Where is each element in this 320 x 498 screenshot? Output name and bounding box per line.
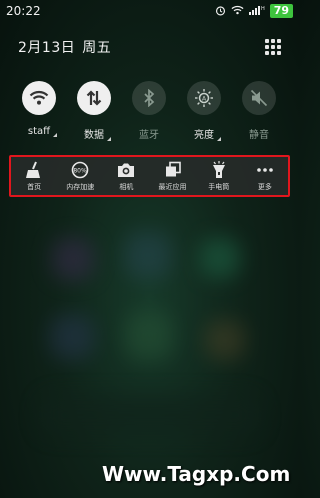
signal-icon: H — [248, 5, 265, 17]
status-time: 20:22 — [6, 4, 41, 18]
toggle-label: 数据 — [84, 126, 111, 141]
date-row: 2月13日 周五 — [0, 36, 299, 58]
shortcut-label: 手电筒 — [208, 182, 230, 191]
status-bar: 20:22 H 79 — [0, 0, 299, 22]
toggle-bluetooth[interactable]: 蓝牙 — [121, 81, 177, 142]
toggle-data[interactable]: 数据 — [66, 81, 122, 142]
status-icons: H 79 — [215, 4, 293, 18]
date-label: 2月13日 — [18, 40, 76, 56]
brightness-icon: A — [187, 81, 221, 115]
wifi-icon — [231, 5, 244, 17]
shortcut-home-clean[interactable]: 首页 — [13, 161, 55, 192]
broom-icon — [26, 161, 41, 178]
quick-toggles: staff 数据 蓝牙 A 亮度 静音 — [0, 81, 299, 143]
flashlight-icon — [212, 160, 225, 178]
toggle-label: 亮度 — [194, 126, 221, 141]
mute-icon — [242, 81, 276, 115]
settings-grid-icon[interactable] — [265, 39, 281, 55]
shortcut-label: 首页 — [27, 182, 42, 191]
background-app-blur — [125, 232, 171, 278]
svg-text:H: H — [261, 6, 265, 12]
shortcut-recent-apps[interactable]: 最近应用 — [152, 161, 194, 192]
bluetooth-icon — [132, 81, 166, 115]
background-app-blur — [50, 315, 94, 359]
shortcut-label: 相机 — [119, 182, 134, 191]
alarm-icon — [215, 5, 226, 18]
background-dock-blur — [40, 395, 260, 435]
background-app-blur — [205, 320, 245, 360]
camera-icon — [118, 163, 135, 177]
background-app-blur — [200, 238, 240, 278]
background-app-blur — [125, 312, 173, 360]
background-app-blur — [52, 238, 94, 280]
battery-indicator: 79 — [269, 4, 293, 18]
shortcut-label: 内存加速 — [66, 182, 95, 191]
toggle-label: staff — [28, 126, 58, 137]
memory-percent: 80% — [74, 167, 88, 174]
toggle-wifi[interactable]: staff — [11, 81, 67, 138]
memory-accelerate-icon: 80% — [71, 161, 89, 178]
toggle-label: 静音 — [249, 130, 269, 141]
shortcut-camera[interactable]: 相机 — [105, 161, 147, 192]
shortcut-label: 最近应用 — [158, 182, 187, 191]
shortcut-memory-accelerate[interactable]: 80% 内存加速 — [59, 161, 101, 192]
shortcut-flashlight[interactable]: 手电筒 — [198, 160, 240, 192]
shortcut-bar: 首页 80% 内存加速 相机 最近应用 手电筒 更多 — [9, 155, 290, 197]
toggle-label: 蓝牙 — [139, 130, 159, 141]
shortcut-label: 更多 — [257, 182, 272, 191]
wifi-icon — [22, 81, 56, 115]
recent-apps-icon — [165, 161, 181, 176]
date-display: 2月13日 周五 — [18, 37, 118, 57]
toggle-mute[interactable]: 静音 — [231, 81, 287, 142]
more-icon — [257, 167, 273, 172]
data-arrows-icon — [77, 81, 111, 115]
shortcut-more[interactable]: 更多 — [244, 161, 286, 192]
watermark: Www.Tagxp.Com — [102, 462, 291, 486]
weekday-label: 周五 — [82, 40, 112, 56]
toggle-brightness[interactable]: A 亮度 — [176, 81, 232, 142]
